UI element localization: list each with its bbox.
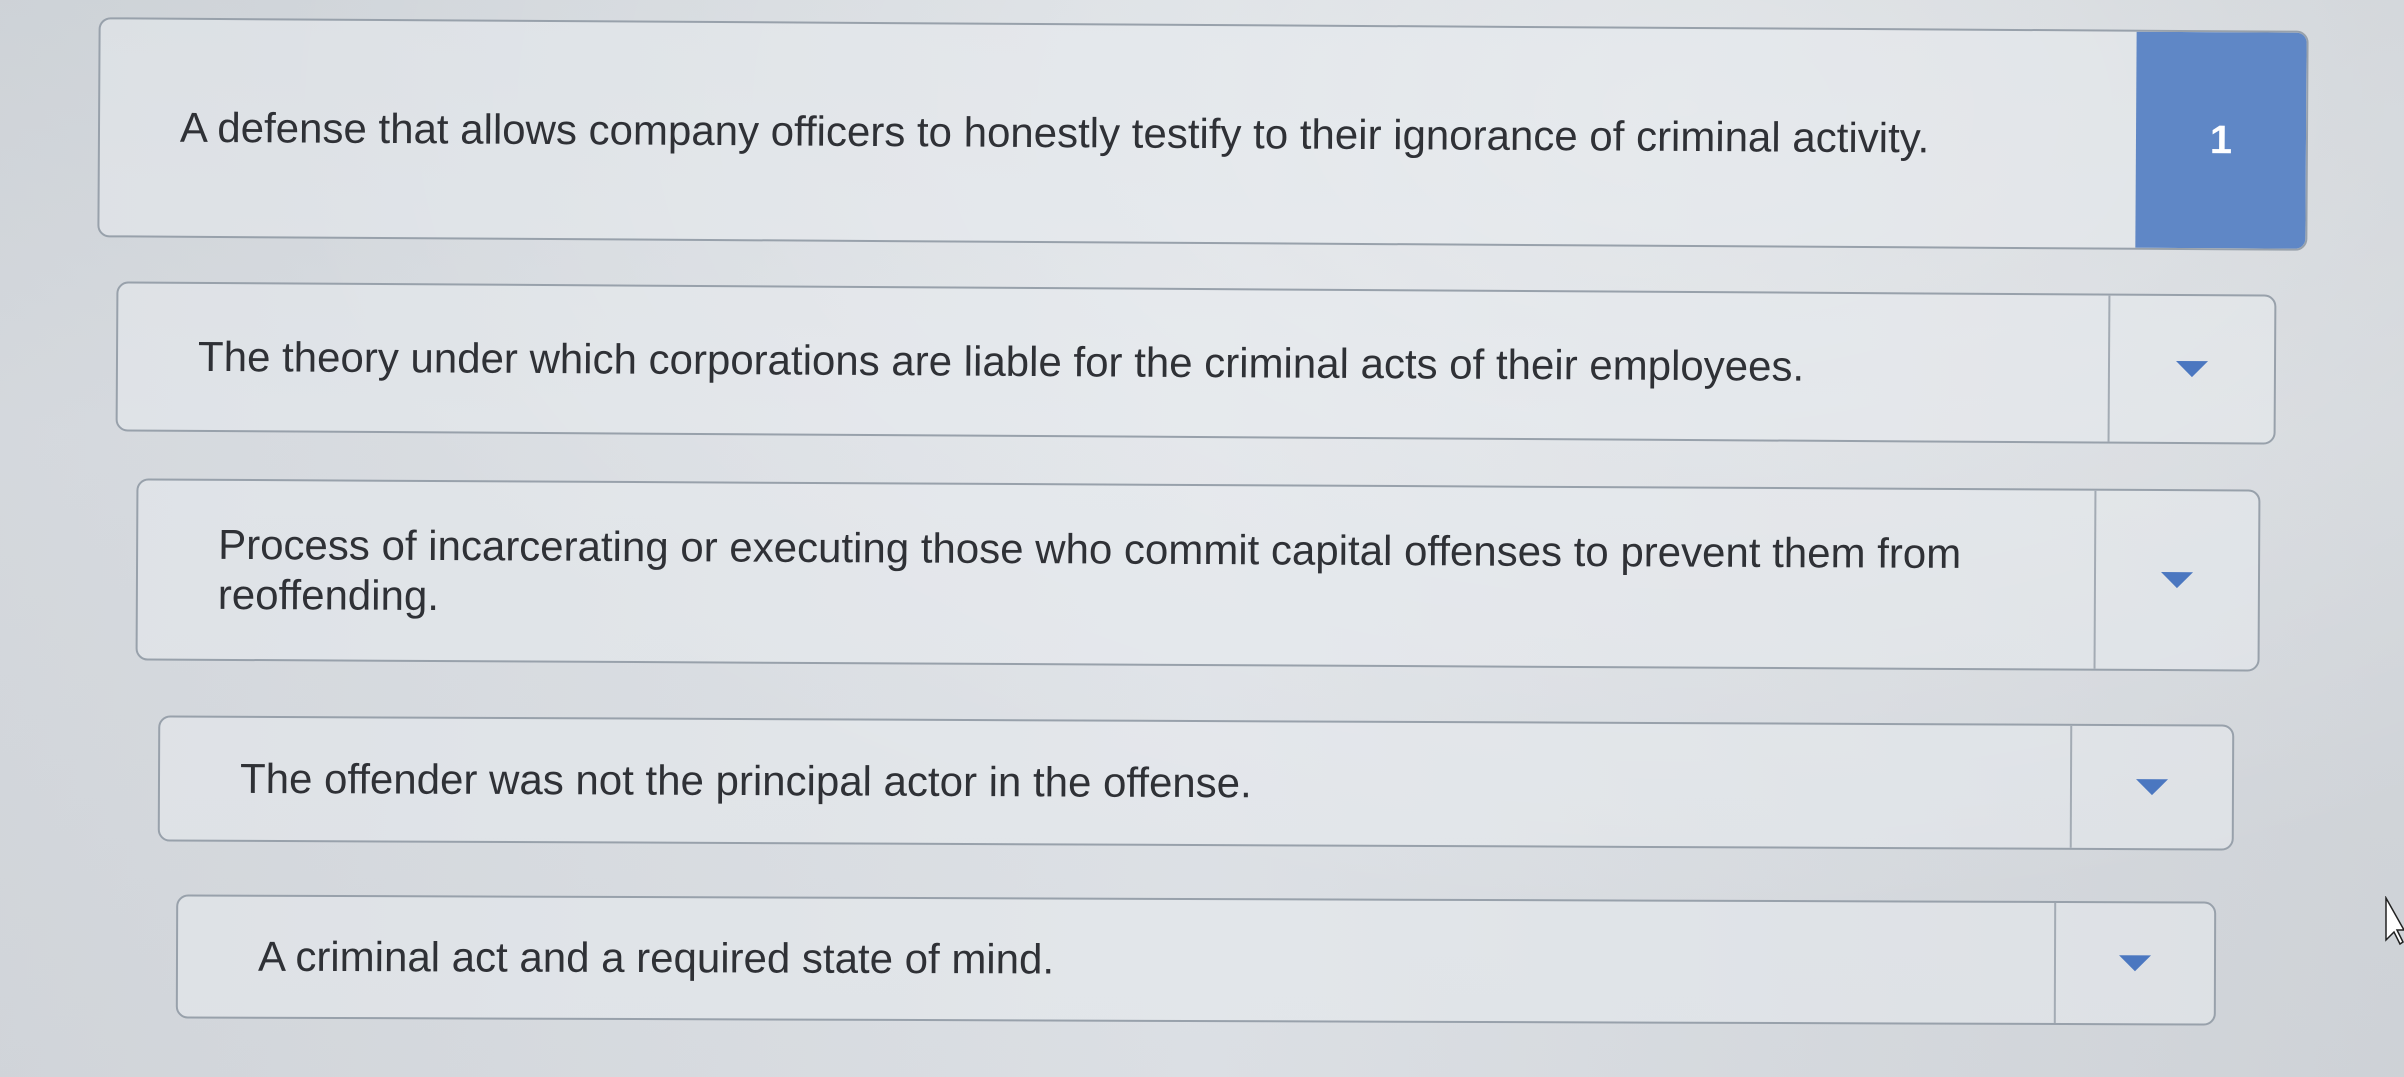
match-item-4-answer-dropdown[interactable] (2069, 725, 2233, 849)
match-item-3-answer-dropdown[interactable] (2093, 490, 2259, 670)
caret-down-icon (2135, 779, 2169, 796)
match-item-1-text: A defense that allows company officers t… (179, 103, 1930, 162)
match-item-3-text: Process of incarcerating or executing th… (217, 520, 1962, 620)
match-item-1-answer-value: 1 (2209, 117, 2233, 162)
match-item-4-text: The offender was not the principal actor… (239, 754, 1252, 807)
match-item-3: Process of incarcerating or executing th… (135, 478, 2261, 672)
pointer-arrow-icon (2385, 896, 2404, 946)
match-item-2-answer-dropdown[interactable] (2107, 295, 2275, 443)
match-item-5-text: A criminal act and a required state of m… (257, 932, 1055, 983)
match-item-2: The theory under which corporations are … (115, 281, 2277, 445)
match-item-2-text: The theory under which corporations are … (197, 332, 1805, 390)
caret-down-icon (2160, 572, 2194, 589)
matching-question-screen: A defense that allows company officers t… (0, 0, 2404, 1077)
caret-down-icon (2118, 955, 2152, 972)
match-item-1: A defense that allows company officers t… (97, 17, 2309, 251)
caret-down-icon (2175, 360, 2209, 378)
match-item-1-answer-dropdown[interactable]: 1 (2135, 31, 2307, 249)
match-item-4: The offender was not the principal actor… (157, 715, 2235, 851)
match-item-5-answer-dropdown[interactable] (2053, 902, 2215, 1024)
match-item-5: A criminal act and a required state of m… (175, 894, 2217, 1026)
